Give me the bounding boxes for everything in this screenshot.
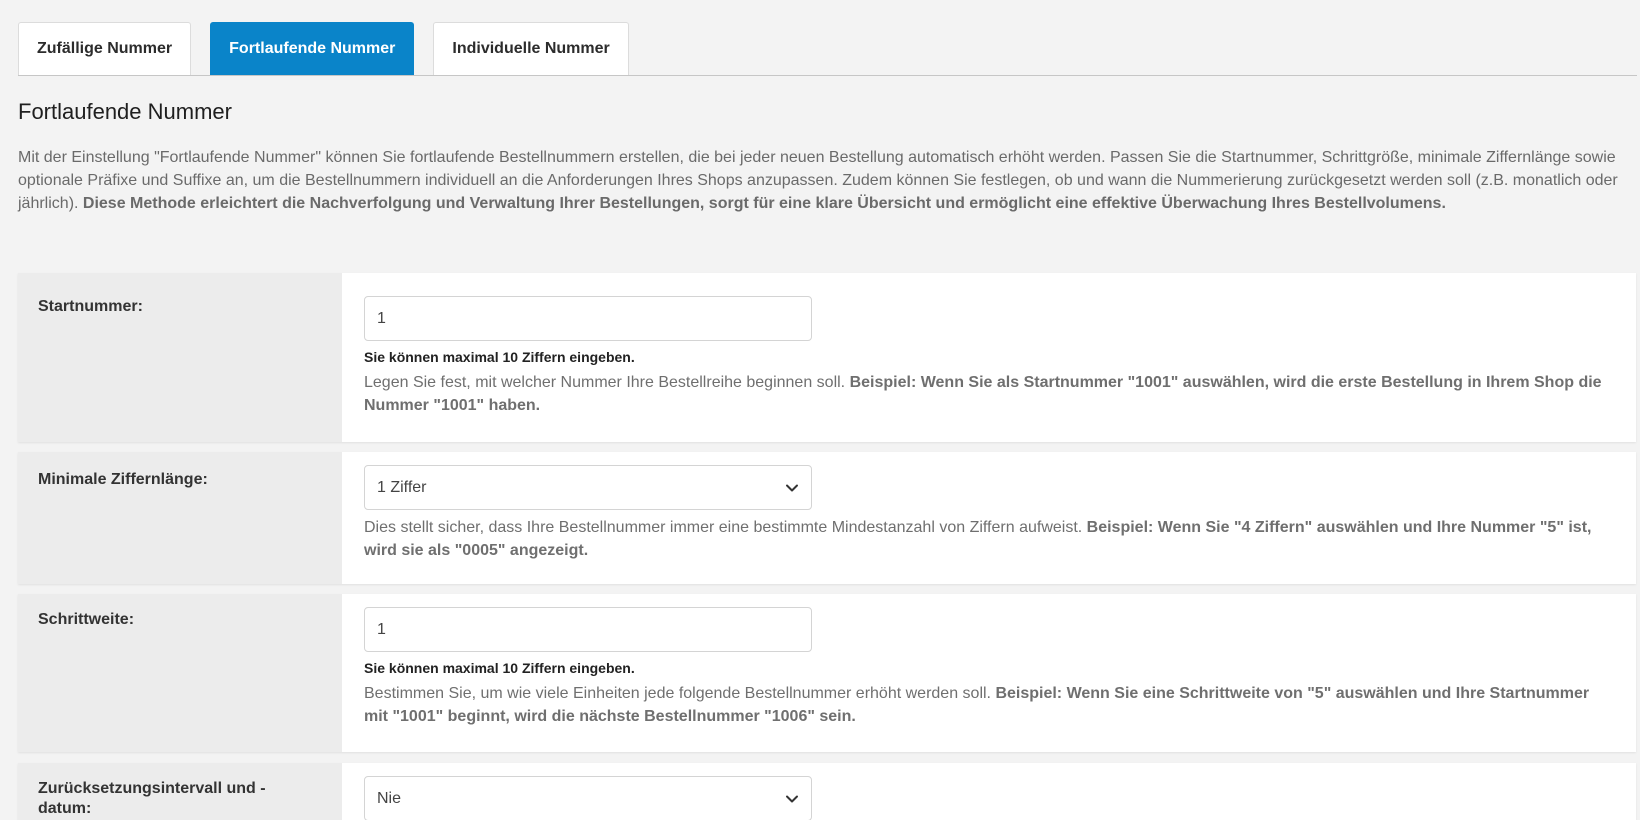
reset-interval-selected: Nie (377, 789, 402, 807)
setting-row-step: Schrittweite: 1 Sie können maximal 10 Zi… (18, 594, 1636, 752)
reset-interval-label: Zurücksetzungsintervall und -datum: (38, 780, 266, 817)
tab-custom-number[interactable]: Individuelle Nummer (433, 22, 629, 75)
step-help-text: Bestimmen Sie, um wie viele Einheiten je… (364, 685, 996, 702)
setting-row-min-digits: Minimale Ziffernlänge: 1 Ziffer Dies ste… (18, 452, 1636, 584)
step-hint: Sie können maximal 10 Ziffern eingeben. (364, 660, 635, 676)
setting-field-cell: 1 Ziffer Dies stellt sicher, dass Ihre B… (342, 452, 1636, 584)
tab-sequential-number[interactable]: Fortlaufende Nummer (210, 22, 415, 75)
step-help: Bestimmen Sie, um wie viele Einheiten je… (364, 682, 1614, 728)
settings-page: Zufällige Nummer Fortlaufende Nummer Ind… (0, 0, 1640, 820)
start-number-help: Legen Sie fest, mit welcher Nummer Ihre … (364, 371, 1614, 417)
tab-random-number[interactable]: Zufällige Nummer (18, 22, 192, 75)
min-digits-label: Minimale Ziffernlänge: (38, 471, 208, 488)
start-number-help-text: Legen Sie fest, mit welcher Nummer Ihre … (364, 374, 850, 391)
setting-field-cell: 1 Sie können maximal 10 Ziffern eingeben… (342, 273, 1636, 442)
start-number-hint: Sie können maximal 10 Ziffern eingeben. (364, 349, 635, 365)
setting-label-cell: Minimale Ziffernlänge: (18, 452, 342, 584)
section-intro: Mit der Einstellung "Fortlaufende Nummer… (18, 146, 1618, 215)
step-value: 1 (377, 620, 386, 638)
min-digits-help-text: Dies stellt sicher, dass Ihre Bestellnum… (364, 519, 1087, 536)
reset-interval-select[interactable]: Nie (364, 776, 812, 820)
setting-label-cell: Zurücksetzungsintervall und -datum: (18, 763, 342, 820)
start-number-value: 1 (377, 309, 386, 327)
min-digits-selected: 1 Ziffer (377, 478, 427, 496)
intro-bold-text: Diese Methode erleichtert die Nachverfol… (82, 195, 1446, 212)
setting-field-cell: 1 Sie können maximal 10 Ziffern eingeben… (342, 594, 1636, 752)
start-number-input[interactable]: 1 (364, 296, 812, 341)
step-label: Schrittweite: (38, 611, 135, 628)
min-digits-help: Dies stellt sicher, dass Ihre Bestellnum… (364, 516, 1614, 562)
setting-field-cell: Nie (342, 763, 1636, 820)
chevron-down-icon (785, 792, 799, 806)
step-input[interactable]: 1 (364, 607, 812, 652)
section-title: Fortlaufende Nummer (18, 99, 232, 124)
setting-row-start-number: Startnummer: 1 Sie können maximal 10 Zif… (18, 273, 1636, 442)
setting-label-cell: Startnummer: (18, 273, 342, 442)
min-digits-select[interactable]: 1 Ziffer (364, 465, 812, 510)
setting-row-reset-interval: Zurücksetzungsintervall und -datum: Nie (18, 763, 1636, 820)
method-tabs: Zufällige Nummer Fortlaufende Nummer Ind… (18, 22, 1637, 76)
start-number-label: Startnummer: (38, 298, 143, 315)
setting-label-cell: Schrittweite: (18, 594, 342, 752)
chevron-down-icon (785, 481, 799, 495)
